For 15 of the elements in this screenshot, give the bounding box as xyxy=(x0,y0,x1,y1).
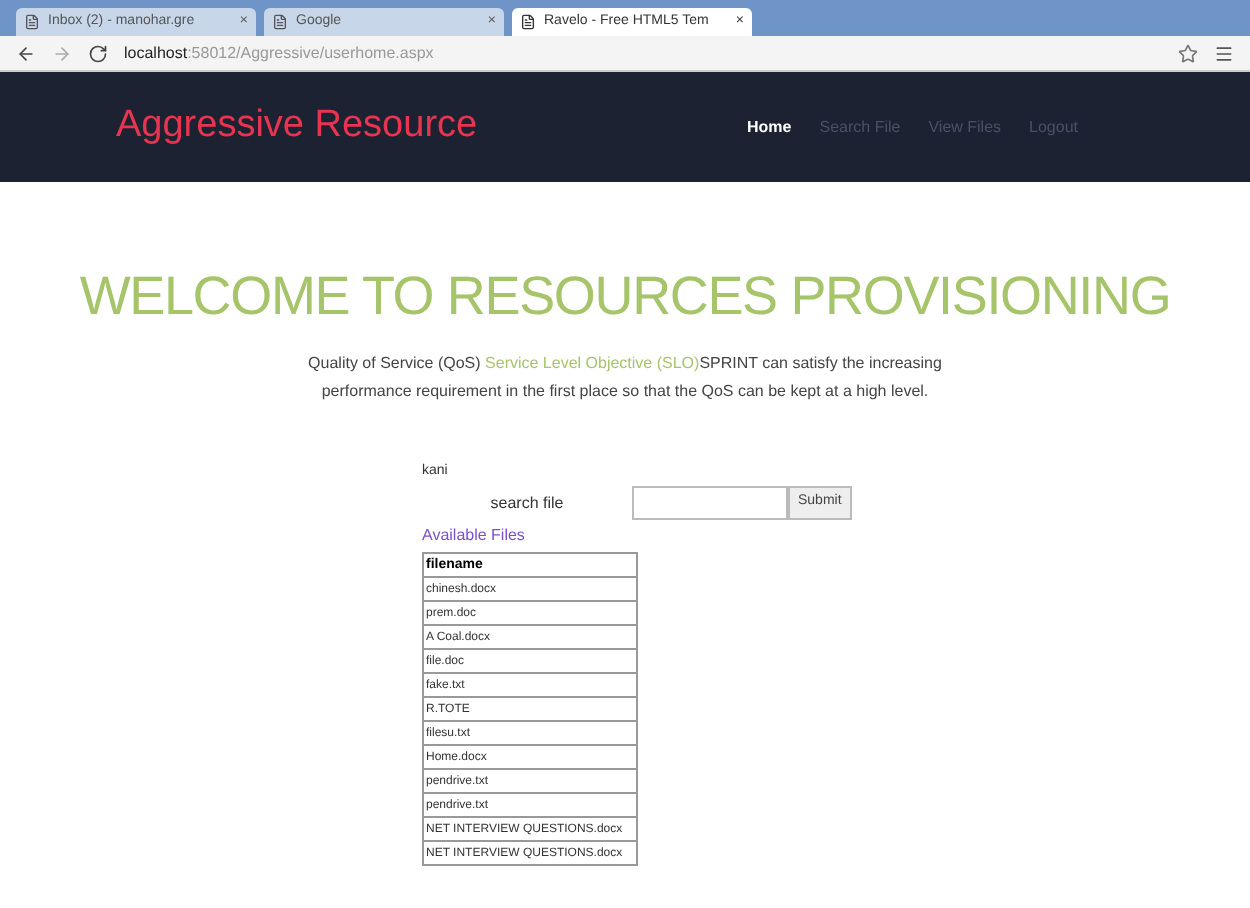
page-heading: WELCOME TO RESOURCES PROVISIONING xyxy=(79,264,1171,330)
bookmark-star-icon[interactable] xyxy=(1178,43,1198,63)
files-heading: Available Files xyxy=(422,524,527,548)
intro-paragraph: Quality of Service (QoS) Service Level Objective (SLO)SPRINT can satisfy the increasing performance requirement in the first place so that the QoS can be kept at a high level. xyxy=(306,351,944,404)
page-icon xyxy=(520,14,536,30)
back-icon[interactable] xyxy=(16,43,36,63)
nav-link[interactable]: Home xyxy=(747,115,792,139)
page-icon xyxy=(24,14,40,30)
search-field[interactable] xyxy=(632,486,788,520)
page-icon xyxy=(272,14,288,30)
menu-icon[interactable] xyxy=(1214,43,1234,63)
reload-icon[interactable] xyxy=(88,43,108,63)
url-field[interactable]: localhost:58012/Aggressive/userhome.aspx xyxy=(124,41,1162,65)
brand-title[interactable]: Aggressive Resource xyxy=(116,98,748,156)
search-label: search file xyxy=(488,491,566,515)
